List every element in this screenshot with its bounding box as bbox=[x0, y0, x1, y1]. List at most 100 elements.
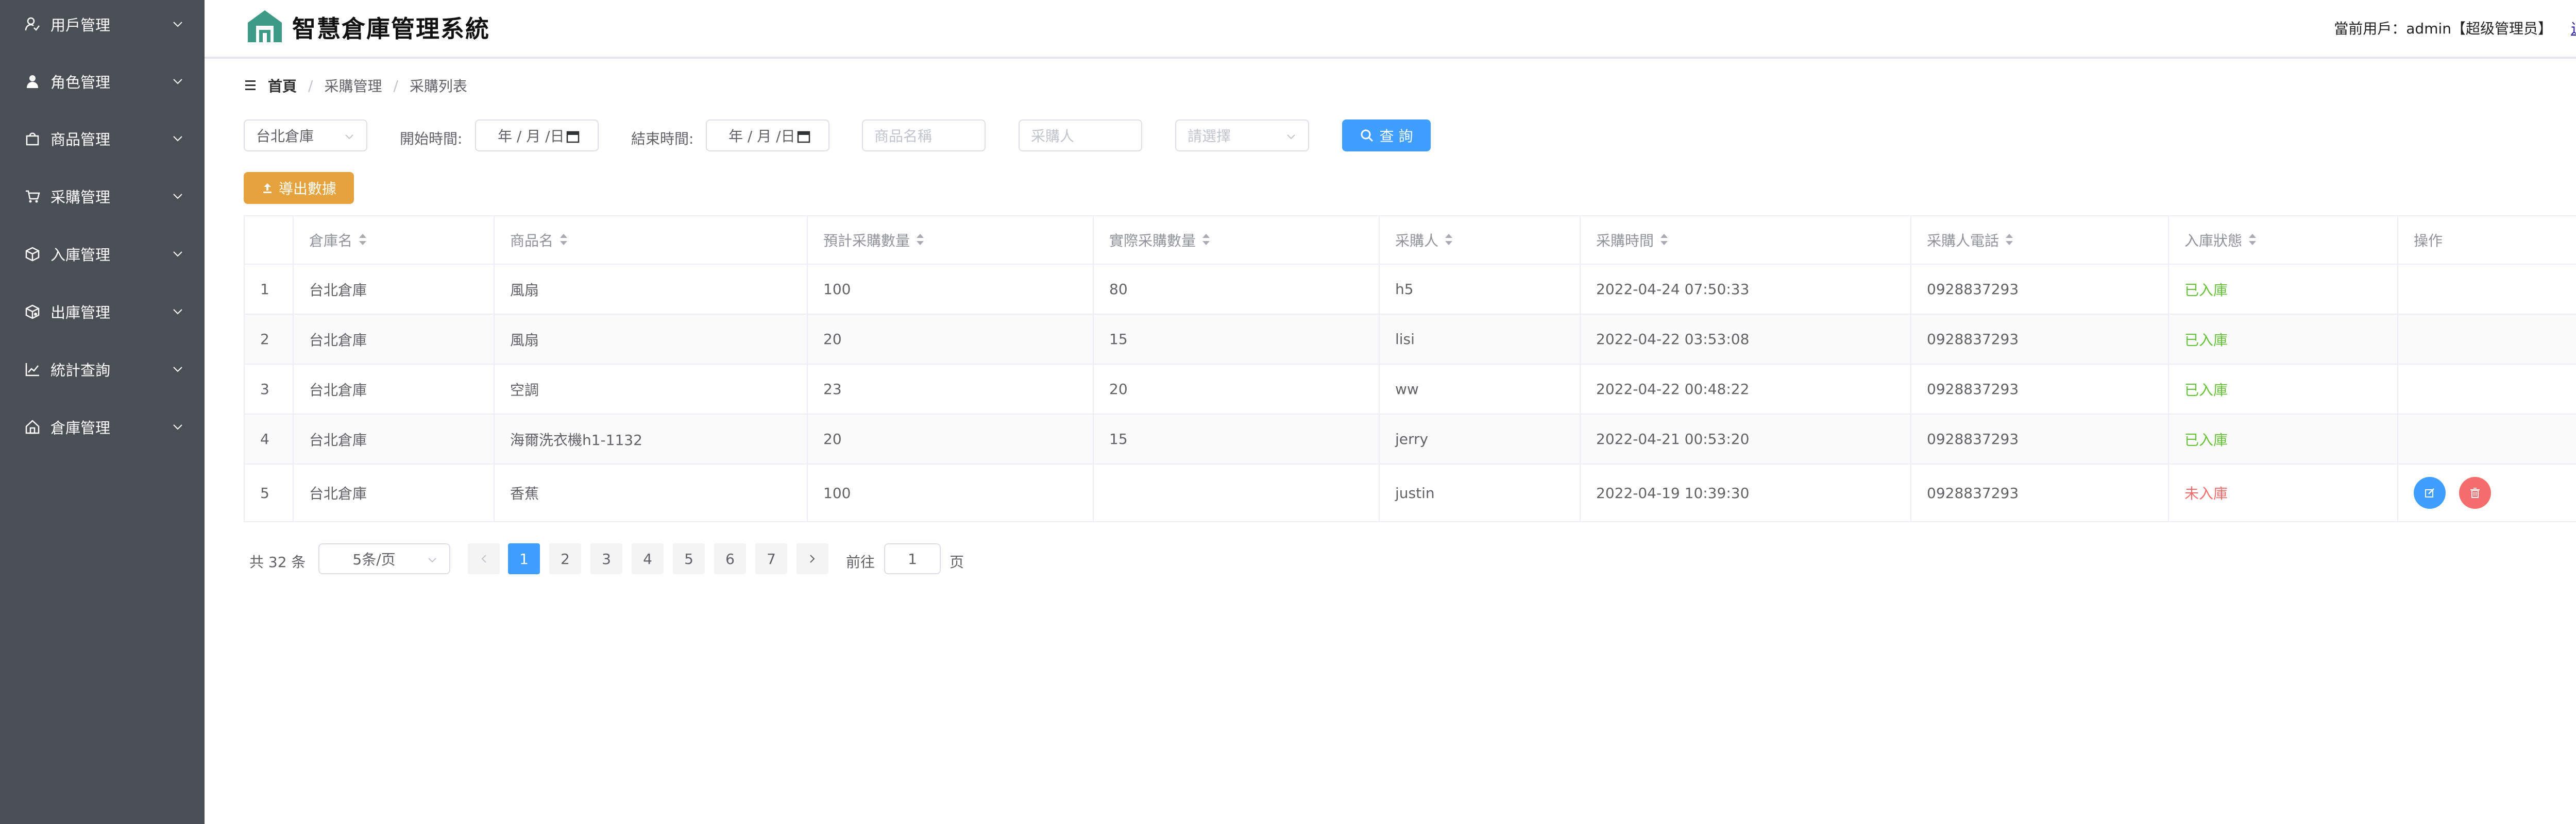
sidebar-item-warehouse[interactable]: 倉庫管理 bbox=[0, 399, 205, 455]
next-page-button[interactable] bbox=[796, 543, 828, 574]
search-icon bbox=[1361, 129, 1373, 142]
chevron-down-icon bbox=[172, 248, 184, 260]
cell-buyer: ww bbox=[1380, 365, 1581, 414]
status-select[interactable]: 請選擇 bbox=[1175, 119, 1309, 151]
edit-icon bbox=[2425, 488, 2434, 497]
row-index: 2 bbox=[245, 315, 294, 364]
sidebar-item-roles[interactable]: 角色管理 bbox=[0, 53, 205, 110]
sort-icon[interactable] bbox=[2005, 233, 2013, 247]
box-in-icon bbox=[23, 244, 42, 264]
sort-icon[interactable] bbox=[560, 233, 568, 247]
header-buyer-phone[interactable]: 采購人電話 bbox=[1911, 216, 2169, 264]
cell-actions bbox=[2398, 415, 2576, 464]
sidebar-item-outbound[interactable]: 出庫管理 bbox=[0, 283, 205, 340]
header-product[interactable]: 商品名 bbox=[495, 216, 808, 264]
breadcrumb-home[interactable]: 首頁 bbox=[268, 75, 297, 96]
header-warehouse[interactable]: 倉庫名 bbox=[294, 216, 495, 264]
chevron-down-icon bbox=[172, 363, 184, 375]
warehouse-select-value: 台北倉庫 bbox=[256, 128, 314, 145]
cell-status: 已入庫 bbox=[2169, 415, 2398, 464]
sort-icon[interactable] bbox=[916, 233, 924, 247]
goto-label: 前往 bbox=[846, 554, 875, 571]
cell-actual-qty: 15 bbox=[1094, 415, 1380, 464]
logout-link[interactable]: 退出 bbox=[2571, 18, 2576, 38]
page-button-2[interactable]: 2 bbox=[549, 543, 581, 574]
cell-phone: 0928837293 bbox=[1911, 365, 2169, 414]
table-row: 1 台北倉庫 風扇 100 80 h5 2022-04-24 07:50:33 … bbox=[245, 265, 2576, 315]
header-planned-qty[interactable]: 預計采購數量 bbox=[808, 216, 1094, 264]
chevron-down-icon bbox=[172, 305, 184, 318]
sidebar: 用戶管理 角色管理 商品管理 采購管理 入庫管理 出庫管理 統計查詢 倉庫管理 bbox=[0, 0, 205, 824]
sidebar-item-statistics[interactable]: 統計查詢 bbox=[0, 341, 205, 398]
delete-button[interactable] bbox=[2459, 477, 2491, 509]
table-header: 倉庫名 商品名 預計采購數量 實際采購數量 采購人 采購時間 采購人電話 入庫狀… bbox=[245, 216, 2576, 265]
sort-icon[interactable] bbox=[1445, 233, 1453, 247]
header-buyer[interactable]: 采購人 bbox=[1380, 216, 1581, 264]
cell-warehouse: 台北倉庫 bbox=[294, 315, 495, 364]
cell-phone: 0928837293 bbox=[1911, 415, 2169, 464]
product-name-input[interactable]: 商品名稱 bbox=[862, 119, 986, 151]
header-status[interactable]: 入庫狀態 bbox=[2169, 216, 2398, 264]
table-row: 2 台北倉庫 風扇 20 15 lisi 2022-04-22 03:53:08… bbox=[245, 315, 2576, 365]
row-index: 1 bbox=[245, 265, 294, 314]
buyer-input[interactable]: 采購人 bbox=[1019, 119, 1142, 151]
warehouse-select[interactable]: 台北倉庫 bbox=[244, 119, 367, 151]
cell-product: 空調 bbox=[495, 365, 808, 414]
calendar-icon[interactable] bbox=[796, 129, 811, 144]
cell-planned-qty: 20 bbox=[808, 415, 1094, 464]
header-purchase-time[interactable]: 采購時間 bbox=[1581, 216, 1911, 264]
sort-icon[interactable] bbox=[2248, 233, 2257, 247]
purchase-table: 倉庫名 商品名 預計采購數量 實際采購數量 采購人 采購時間 采購人電話 入庫狀… bbox=[244, 215, 2576, 522]
cell-status: 已入庫 bbox=[2169, 265, 2398, 314]
chevron-down-icon bbox=[172, 132, 184, 145]
header-index bbox=[245, 216, 294, 264]
cell-actions bbox=[2398, 365, 2576, 414]
sidebar-item-purchase[interactable]: 采購管理 bbox=[0, 168, 205, 225]
goto-page-input[interactable]: 1 bbox=[884, 543, 941, 574]
cell-warehouse: 台北倉庫 bbox=[294, 365, 495, 414]
query-button[interactable]: 查 詢 bbox=[1342, 119, 1431, 151]
edit-button[interactable] bbox=[2414, 477, 2446, 509]
page-size-select[interactable]: 5条/页 bbox=[318, 543, 450, 574]
cell-status: 已入庫 bbox=[2169, 365, 2398, 414]
sort-icon[interactable] bbox=[1202, 233, 1210, 247]
prev-page-button[interactable] bbox=[468, 543, 500, 574]
cell-warehouse: 台北倉庫 bbox=[294, 415, 495, 464]
chevron-down-icon bbox=[172, 18, 184, 30]
page-button-4[interactable]: 4 bbox=[632, 543, 664, 574]
page-button-5[interactable]: 5 bbox=[673, 543, 705, 574]
sidebar-item-label: 采購管理 bbox=[50, 188, 111, 206]
buyer-placeholder: 采購人 bbox=[1031, 128, 1075, 145]
cell-purchase-time: 2022-04-22 00:48:22 bbox=[1581, 365, 1911, 414]
start-date-input[interactable]: 年 / 月 /日 bbox=[475, 119, 599, 151]
current-user-info: 當前用戶：admin【超级管理员】 bbox=[2334, 20, 2552, 37]
calendar-icon[interactable] bbox=[566, 129, 580, 144]
page-size-value: 5条/页 bbox=[352, 551, 396, 568]
cell-actions bbox=[2398, 465, 2576, 521]
person-icon bbox=[23, 72, 42, 91]
pagination-total: 共 32 条 bbox=[249, 554, 306, 571]
export-button[interactable]: 導出數據 bbox=[244, 172, 354, 204]
sidebar-item-inbound[interactable]: 入庫管理 bbox=[0, 226, 205, 282]
header-actions: 操作 bbox=[2414, 232, 2443, 249]
trash-icon bbox=[2470, 488, 2480, 498]
menu-fold-icon[interactable] bbox=[245, 79, 259, 92]
page-button-1[interactable]: 1 bbox=[508, 543, 540, 574]
page-button-6[interactable]: 6 bbox=[714, 543, 746, 574]
cell-warehouse: 台北倉庫 bbox=[294, 465, 495, 521]
sort-icon[interactable] bbox=[359, 233, 367, 247]
sidebar-item-products[interactable]: 商品管理 bbox=[0, 110, 205, 167]
header-actual-qty[interactable]: 實際采購數量 bbox=[1094, 216, 1380, 264]
sidebar-item-label: 角色管理 bbox=[50, 74, 111, 91]
cell-phone: 0928837293 bbox=[1911, 315, 2169, 364]
sidebar-item-label: 倉庫管理 bbox=[50, 419, 111, 437]
sort-icon[interactable] bbox=[1660, 233, 1668, 247]
cell-buyer: h5 bbox=[1380, 265, 1581, 314]
cell-phone: 0928837293 bbox=[1911, 265, 2169, 314]
cell-actual-qty: 20 bbox=[1094, 365, 1380, 414]
end-date-input[interactable]: 年 / 月 /日 bbox=[706, 119, 829, 151]
page-button-3[interactable]: 3 bbox=[590, 543, 622, 574]
page-button-7[interactable]: 7 bbox=[755, 543, 787, 574]
sidebar-item-users[interactable]: 用戶管理 bbox=[0, 0, 205, 53]
cell-phone: 0928837293 bbox=[1911, 465, 2169, 521]
